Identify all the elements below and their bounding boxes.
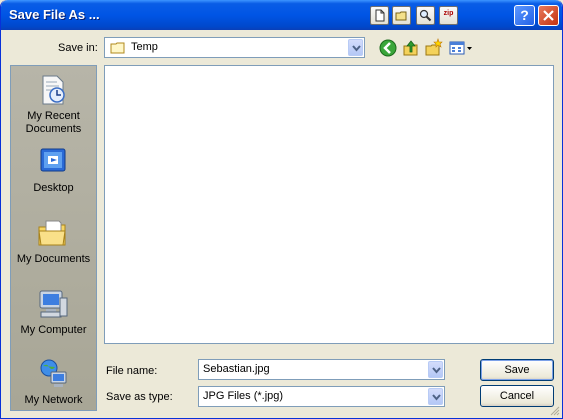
zip-button[interactable]: zip: [439, 6, 458, 25]
desktop-icon: [40, 148, 66, 172]
save-in-value: Temp: [131, 41, 158, 53]
window-title: Save File As ...: [9, 7, 100, 22]
my-documents-icon: [38, 220, 66, 246]
cancel-button[interactable]: Cancel: [480, 385, 554, 407]
my-network-icon: [40, 359, 67, 387]
save-as-type-dropdown-arrow[interactable]: [428, 388, 443, 405]
close-button[interactable]: [538, 5, 559, 26]
place-label: My Network: [24, 394, 83, 406]
my-computer-icon: [39, 290, 68, 318]
place-label: My Computer: [20, 324, 87, 336]
places-bar: My Recent Documents Desktop My Documents…: [10, 65, 97, 411]
new-folder-icon[interactable]: [424, 38, 444, 58]
place-label: My Recent Documents: [25, 110, 82, 135]
save-file-dialog: Save File As ... zip ? Save in: Temp My …: [0, 0, 563, 419]
help-button[interactable]: ?: [514, 5, 535, 26]
folder-icon: [395, 11, 407, 21]
file-list[interactable]: [104, 65, 554, 344]
save-in-label: Save in:: [58, 42, 98, 54]
file-name-combo[interactable]: Sebastian.jpg: [198, 359, 445, 380]
place-label: Desktop: [33, 182, 74, 194]
place-label: My Documents: [16, 253, 91, 265]
title-bar[interactable]: Save File As ... zip ?: [1, 0, 562, 30]
new-file-button[interactable]: [370, 6, 389, 25]
save-as-type-value: JPG Files (*.jpg): [203, 390, 284, 402]
open-folder-button[interactable]: [392, 6, 411, 25]
back-icon[interactable]: [378, 38, 398, 58]
views-menu-icon[interactable]: [448, 38, 474, 58]
save-as-type-combo[interactable]: JPG Files (*.jpg): [198, 386, 445, 407]
save-in-combo[interactable]: Temp: [104, 37, 365, 58]
search-button[interactable]: [416, 6, 435, 25]
help-icon: ?: [520, 7, 529, 23]
save-button[interactable]: Save: [480, 359, 554, 381]
file-name-dropdown-arrow[interactable]: [428, 361, 443, 378]
file-name-input[interactable]: Sebastian.jpg: [203, 363, 270, 375]
chevron-down-icon: [352, 45, 361, 52]
close-icon: [543, 10, 554, 21]
recent-documents-icon: [42, 75, 65, 105]
magnifier-icon: [419, 9, 432, 22]
resize-grip-icon[interactable]: [550, 406, 560, 416]
chevron-down-icon: [432, 367, 441, 374]
zip-icon: zip: [443, 10, 454, 17]
file-name-label: File name:: [106, 365, 158, 377]
document-icon: [375, 9, 385, 22]
up-folder-icon[interactable]: [401, 38, 421, 58]
chevron-down-icon: [432, 394, 441, 401]
save-as-type-label: Save as type:: [106, 391, 173, 403]
save-in-dropdown-arrow[interactable]: [348, 39, 363, 56]
folder-icon: [110, 42, 125, 54]
